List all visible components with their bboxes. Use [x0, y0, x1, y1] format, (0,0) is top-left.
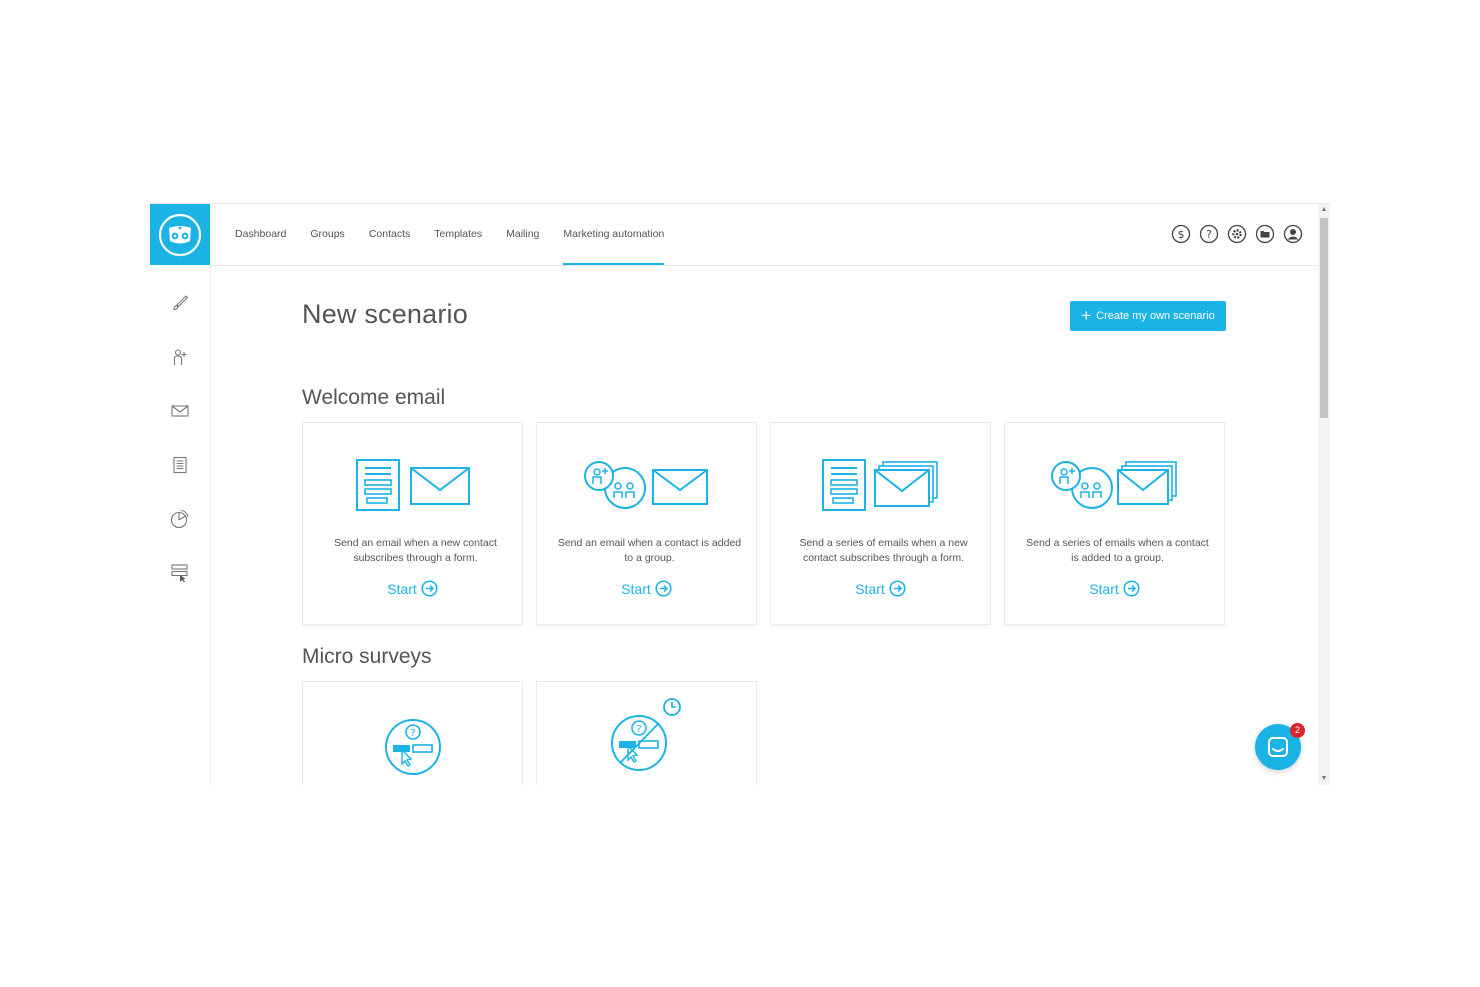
start-link[interactable]: Start — [771, 580, 990, 597]
scenario-card[interactable]: Send a series of emails when a new conta… — [770, 422, 991, 625]
scenario-card[interactable]: ? — [536, 681, 757, 785]
nav-templates[interactable]: Templates — [422, 204, 494, 265]
envelope-icon — [171, 405, 189, 417]
scenario-card[interactable]: ? — [302, 681, 523, 785]
add-contact-icon — [173, 349, 187, 365]
create-own-scenario-button[interactable]: + Create my own scenario — [1070, 301, 1226, 331]
arrow-right-circle-icon — [1123, 580, 1140, 597]
sidebar-item-reports[interactable] — [169, 508, 191, 530]
arrow-right-circle-icon — [889, 580, 906, 597]
scroll-up-arrow-icon[interactable]: ▲ — [1318, 205, 1330, 215]
scenario-description: Send a series of emails when a contact i… — [1026, 537, 1209, 564]
app-window: Dashboard Groups Contacts Templates Mail… — [150, 203, 1330, 785]
scenario-card[interactable]: Send an email when a new contact subscri… — [302, 422, 523, 625]
nav-contacts[interactable]: Contacts — [357, 204, 422, 265]
settings-icon[interactable] — [1227, 224, 1247, 244]
scenario-card[interactable]: Send a series of emails when a contact i… — [1004, 422, 1225, 625]
nav-dashboard[interactable]: Dashboard — [210, 204, 298, 265]
welcome-email-cards: Send an email when a new contact subscri… — [302, 422, 1225, 625]
form-icon — [171, 564, 188, 583]
form-to-email-series-icon — [821, 459, 938, 511]
sidebar — [150, 265, 211, 785]
folder-icon[interactable] — [1255, 224, 1275, 244]
scenario-card[interactable]: Send an email when a contact is added to… — [536, 422, 757, 625]
top-navigation-bar: Dashboard Groups Contacts Templates Mail… — [210, 204, 1318, 266]
start-link[interactable]: Start — [1005, 580, 1224, 597]
scroll-thumb[interactable] — [1320, 218, 1328, 418]
arrow-right-circle-icon — [421, 580, 438, 597]
svg-text:?: ? — [636, 724, 641, 735]
start-link[interactable]: Start — [303, 580, 522, 597]
vertical-scrollbar[interactable]: ▲ ▼ — [1318, 204, 1330, 785]
sidebar-item-add-contact[interactable] — [169, 346, 191, 368]
brush-icon — [173, 295, 189, 311]
user-icon[interactable] — [1283, 224, 1303, 244]
form-to-email-icon — [355, 459, 470, 511]
logo[interactable] — [150, 204, 210, 265]
survey-icon: ? — [384, 719, 441, 775]
scroll-down-arrow-icon[interactable]: ▼ — [1318, 774, 1330, 784]
nav-mailing[interactable]: Mailing — [494, 204, 551, 265]
sidebar-item-forms[interactable] — [169, 562, 191, 584]
nav-marketing-automation[interactable]: Marketing automation — [551, 204, 676, 265]
plus-icon: + — [1081, 305, 1092, 325]
chat-launcher-button[interactable]: 2 — [1255, 723, 1305, 770]
sidebar-item-design[interactable] — [169, 292, 191, 314]
help-icon[interactable]: ? — [1199, 224, 1219, 244]
scenario-description: Send a series of emails when a new conta… — [799, 537, 968, 564]
create-own-scenario-label: Create my own scenario — [1096, 310, 1215, 322]
main-nav: Dashboard Groups Contacts Templates Mail… — [210, 204, 676, 265]
pie-chart-icon — [170, 509, 189, 529]
dollar-icon[interactable]: $ — [1171, 224, 1191, 244]
group-to-email-icon — [583, 461, 708, 509]
nav-groups[interactable]: Groups — [298, 204, 356, 265]
sidebar-item-templates[interactable] — [169, 454, 191, 476]
section-title-welcome-email: Welcome email — [302, 386, 446, 409]
owl-logo-icon — [158, 213, 202, 256]
scenario-description: Send an email when a new contact subscri… — [334, 537, 497, 564]
svg-text:?: ? — [1206, 228, 1212, 241]
sidebar-item-email[interactable] — [169, 400, 191, 422]
svg-text:?: ? — [410, 728, 415, 739]
scenario-description: Send an email when a contact is added to… — [557, 537, 742, 564]
svg-text:$: $ — [1178, 228, 1185, 241]
document-icon — [173, 456, 187, 474]
top-icon-group: $ ? — [1171, 224, 1303, 244]
main-content: New scenario + Create my own scenario We… — [211, 266, 1318, 785]
micro-survey-cards: ? ? — [302, 681, 757, 785]
chat-icon — [1268, 737, 1288, 757]
delayed-survey-icon: ? — [610, 698, 681, 771]
page-title: New scenario — [302, 299, 468, 329]
arrow-right-circle-icon — [655, 580, 672, 597]
start-link[interactable]: Start — [537, 580, 756, 597]
unread-badge: 2 — [1290, 723, 1305, 738]
group-to-email-series-icon — [1050, 461, 1177, 509]
section-title-micro-surveys: Micro surveys — [302, 645, 432, 668]
